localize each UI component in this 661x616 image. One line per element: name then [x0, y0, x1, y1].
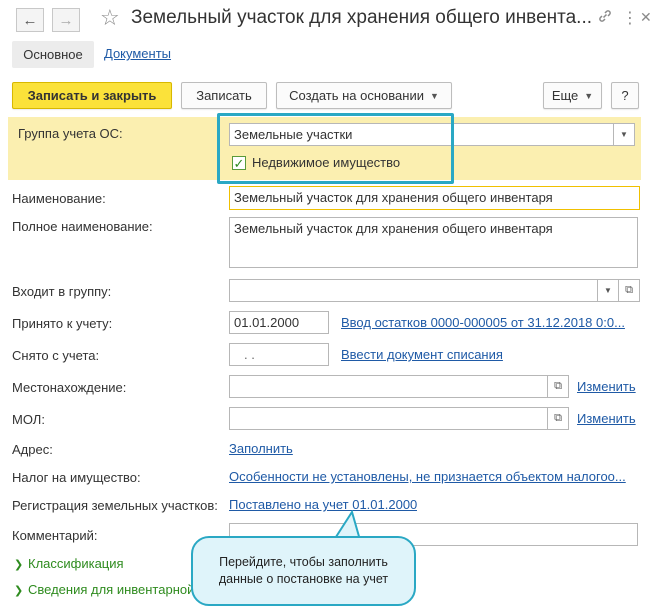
save-button[interactable]: Записать — [181, 82, 267, 109]
accepted-label: Принято к учету: — [12, 316, 113, 331]
inventory-section-toggle[interactable]: ❯ Сведения для инвентарной карточки — [14, 582, 194, 597]
mol-change-link[interactable]: Изменить — [577, 411, 636, 426]
chevron-down-icon: ▼ — [584, 90, 594, 101]
mol-label: МОЛ: — [12, 412, 45, 427]
highlight-frame — [217, 113, 454, 184]
full-name-label: Полное наименование: — [12, 219, 153, 234]
group-dropdown-button[interactable]: ▼ — [613, 123, 635, 146]
chevron-right-icon: ❯ — [14, 559, 24, 571]
more-button[interactable]: Еще ▼ — [543, 82, 602, 109]
tab-documents[interactable]: Документы — [104, 46, 171, 61]
open-window-icon: ⧉ — [554, 412, 562, 424]
land-registration-label: Регистрация земельных участков: — [12, 498, 218, 513]
more-vertical-icon[interactable]: ⋮ — [622, 8, 638, 28]
parent-group-label: Входит в группу: — [12, 284, 112, 299]
star-icon[interactable]: ☆ — [100, 5, 120, 31]
removed-date-input[interactable]: . . — [229, 343, 329, 366]
mol-input[interactable] — [229, 407, 548, 430]
page-title: Земельный участок для хранения общего ин… — [131, 7, 591, 28]
removal-doc-link[interactable]: Ввести документ списания — [341, 347, 503, 362]
location-open-button[interactable]: ⧉ — [547, 375, 569, 398]
hint-callout: Перейдите, чтобы заполнить данные о пост… — [191, 536, 416, 606]
address-fill-link[interactable]: Заполнить — [229, 441, 293, 456]
land-registration-link[interactable]: Поставлено на учет 01.01.2000 — [229, 497, 417, 512]
more-label: Еще — [551, 88, 579, 103]
save-and-close-button[interactable]: Записать и закрыть — [12, 82, 172, 109]
inventory-section-label: Сведения для инвентарной карточки — [28, 582, 194, 597]
name-input[interactable]: Земельный участок для хранения общего ин… — [229, 186, 640, 210]
arrow-right-icon: → — [58, 11, 74, 29]
location-input[interactable] — [229, 375, 548, 398]
address-label: Адрес: — [12, 442, 53, 457]
accepted-date-input[interactable]: 01.01.2000 — [229, 311, 329, 334]
link-icon[interactable] — [597, 8, 613, 27]
forward-button[interactable]: → — [52, 8, 80, 32]
removed-label: Снято с учета: — [12, 348, 100, 363]
location-change-link[interactable]: Изменить — [577, 379, 636, 394]
full-name-textarea[interactable]: Земельный участок для хранения общего ин… — [229, 217, 638, 268]
back-button[interactable]: ← — [16, 8, 44, 32]
chevron-down-icon: ▼ — [604, 286, 612, 295]
classification-section-label: Классификация — [28, 556, 124, 571]
accepted-doc-link[interactable]: Ввод остатков 0000-000005 от 31.12.2018 … — [341, 315, 639, 330]
parent-group-input[interactable] — [229, 279, 598, 302]
chevron-right-icon: ❯ — [14, 585, 24, 597]
parent-group-dropdown-button[interactable]: ▼ — [597, 279, 619, 302]
open-window-icon: ⧉ — [554, 380, 562, 392]
arrow-left-icon: ← — [22, 11, 38, 29]
location-label: Местонахождение: — [12, 380, 127, 395]
help-button[interactable]: ? — [611, 82, 639, 109]
hint-callout-text: Перейдите, чтобы заполнить данные о пост… — [218, 554, 389, 587]
open-window-icon: ⧉ — [625, 284, 633, 296]
close-icon[interactable]: ✕ — [640, 9, 652, 26]
create-based-on-button[interactable]: Создать на основании ▼ — [276, 82, 452, 109]
tab-main[interactable]: Основное — [12, 41, 94, 68]
chevron-down-icon: ▼ — [620, 130, 628, 139]
parent-group-open-button[interactable]: ⧉ — [618, 279, 640, 302]
property-tax-link[interactable]: Особенности не установлены, не признаетс… — [229, 469, 639, 484]
create-based-on-label: Создать на основании — [289, 88, 424, 103]
mol-open-button[interactable]: ⧉ — [547, 407, 569, 430]
group-label: Группа учета ОС: — [18, 126, 123, 141]
name-label: Наименование: — [12, 191, 106, 206]
property-tax-label: Налог на имущество: — [12, 470, 141, 485]
chevron-down-icon: ▼ — [429, 90, 439, 101]
comment-label: Комментарий: — [12, 528, 98, 543]
classification-section-toggle[interactable]: ❯ Классификация — [14, 556, 124, 571]
